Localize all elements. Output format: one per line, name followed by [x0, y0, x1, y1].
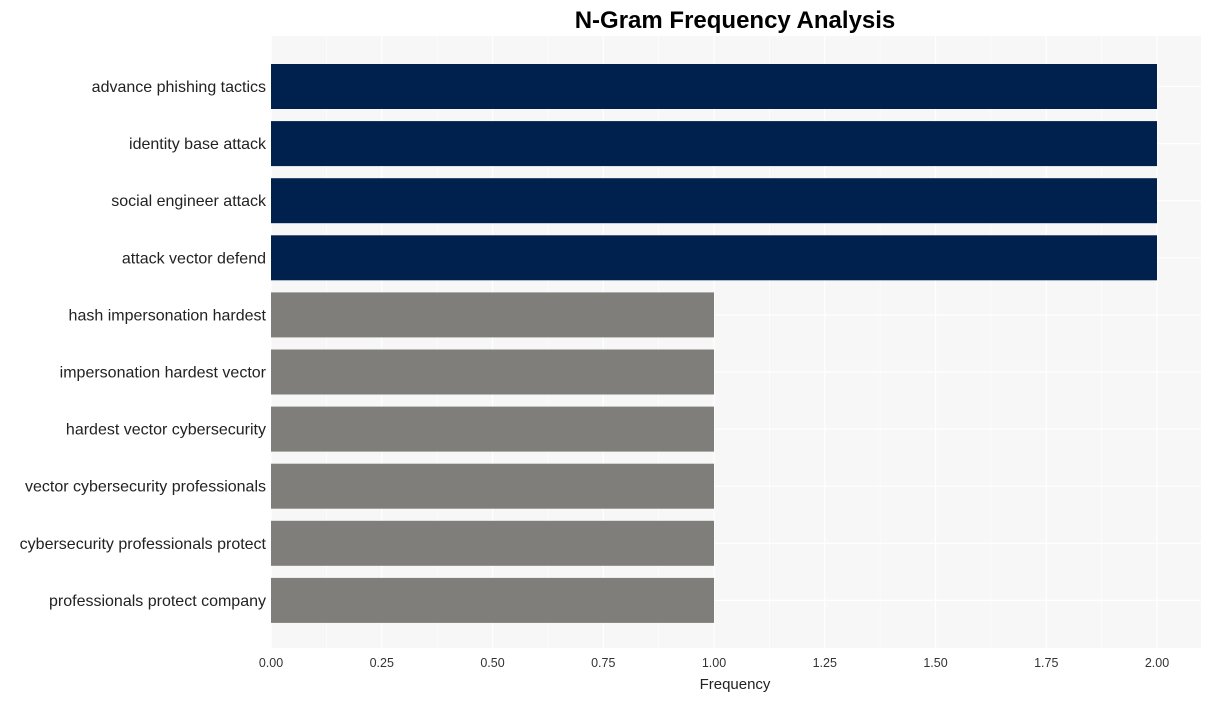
- y-tick-label: cybersecurity professionals protect: [20, 536, 267, 553]
- y-axis-labels: advance phishing tactics identity base at…: [20, 79, 267, 610]
- bar: [271, 292, 714, 338]
- y-tick-label: advance phishing tactics: [92, 79, 266, 96]
- y-tick-label: impersonation hardest vector: [60, 365, 267, 382]
- y-tick-label: attack vector defend: [122, 250, 266, 267]
- bar: [271, 121, 1157, 167]
- bar: [271, 64, 1157, 109]
- bar: [271, 235, 1157, 281]
- x-tick-label: 2.00: [1145, 656, 1169, 670]
- x-axis-ticks: 0.00 0.25 0.50 0.75 1.00 1.25 1.50 1.75 2.00: [259, 656, 1169, 670]
- y-tick-label: hardest vector cybersecurity: [66, 422, 266, 439]
- x-tick-label: 0.75: [591, 656, 615, 670]
- x-tick-label: 1.75: [1034, 656, 1058, 670]
- x-tick-label: 1.50: [923, 656, 947, 670]
- x-tick-label: 0.50: [480, 656, 504, 670]
- chart-title: N-Gram Frequency Analysis: [575, 7, 896, 34]
- y-tick-label: identity base attack: [129, 136, 267, 153]
- y-tick-label: professionals protect company: [49, 593, 266, 610]
- bar: [271, 406, 714, 452]
- bar: [271, 463, 714, 509]
- x-tick-label: 0.00: [259, 656, 283, 670]
- bar: [271, 577, 714, 623]
- x-axis-label: Frequency: [700, 676, 771, 693]
- bar: [271, 178, 1157, 224]
- y-tick-label: vector cybersecurity professionals: [25, 479, 266, 496]
- x-tick-label: 1.25: [813, 656, 837, 670]
- y-tick-label: hash impersonation hardest: [69, 307, 267, 324]
- ngram-bar-chart: advance phishing tactics identity base at…: [20, 7, 1201, 693]
- bar: [271, 520, 714, 566]
- y-tick-label: social engineer attack: [111, 193, 267, 210]
- bar: [271, 349, 714, 395]
- x-tick-label: 1.00: [702, 656, 726, 670]
- x-tick-label: 0.25: [370, 656, 394, 670]
